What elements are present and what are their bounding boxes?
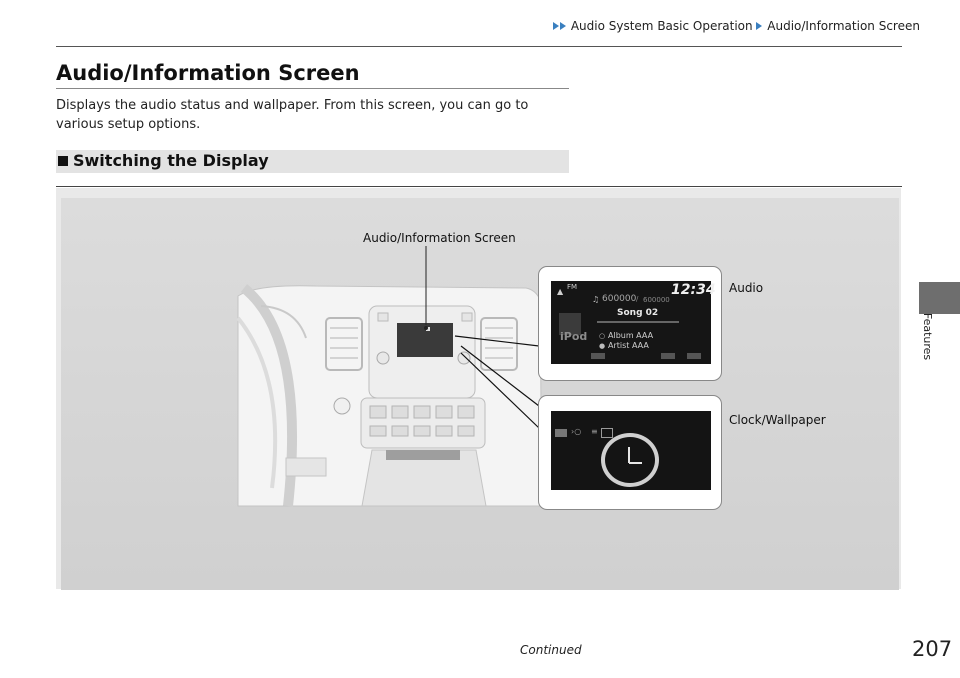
section-heading: Switching the Display: [56, 150, 569, 173]
artist-name: Artist AAA: [608, 341, 649, 350]
album-name: Album AAA: [608, 331, 654, 340]
clock-minute-hand: [628, 447, 630, 463]
progress-bar: [597, 321, 679, 323]
analog-clock: [601, 433, 659, 487]
callout-screen: Audio/Information Screen: [363, 231, 516, 245]
menu-icon: [555, 429, 567, 437]
breadcrumb-item[interactable]: Audio System Basic Operation: [571, 19, 753, 33]
song-title: Song 02: [617, 308, 659, 318]
band-label: FM: [567, 283, 578, 291]
arrow-right-icon: [560, 22, 566, 30]
side-tab-label-wrap: Features: [921, 300, 952, 380]
callout-audio: Audio: [729, 281, 764, 295]
music-note-icon: ♫: [592, 295, 600, 304]
page-title: Audio/Information Screen: [56, 61, 360, 85]
track-counter-total: 600000: [643, 296, 670, 304]
album-icon: ○: [599, 332, 606, 340]
header-divider: [56, 46, 902, 47]
soft-button-2[interactable]: [661, 353, 675, 359]
track-counter: 600000: [602, 294, 637, 304]
page-number: 207: [912, 637, 953, 661]
section-heading-text: Switching the Display: [73, 151, 269, 170]
continued-label: Continued: [520, 643, 582, 657]
arrow-right-icon: [553, 22, 559, 30]
square-bullet-icon: [58, 156, 68, 166]
breadcrumb-item[interactable]: Audio/Information Screen: [767, 19, 920, 33]
artist-icon: ●: [599, 342, 606, 350]
title-divider: [56, 88, 569, 89]
time-display: 12:34: [671, 282, 716, 298]
page-description: Displays the audio status and wallpaper.…: [56, 98, 529, 132]
arrow-right-icon: [756, 22, 763, 30]
signal-icon: ▲: [557, 287, 564, 296]
figure-divider: [56, 186, 902, 187]
callout-clock: Clock/Wallpaper: [729, 413, 826, 427]
breadcrumb: Audio System Basic Operation Audio/Infor…: [553, 19, 920, 33]
clock-icon: ›○: [571, 427, 582, 436]
audio-screen: ▲ FM 12:34 ♫ 600000 / 600000 Song 02 iPo…: [551, 281, 716, 364]
soft-button-1[interactable]: [591, 353, 605, 359]
source-logo: iPod: [560, 330, 588, 343]
dashboard-illustration: [236, 246, 543, 507]
clock-screen: ›○ ≡: [551, 411, 711, 490]
settings-icon: ≡: [591, 427, 598, 436]
wallpaper-icon: [601, 428, 613, 438]
clock-hour-hand: [629, 462, 642, 464]
soft-button-3[interactable]: [687, 353, 701, 359]
side-tab-label: Features: [921, 312, 935, 361]
